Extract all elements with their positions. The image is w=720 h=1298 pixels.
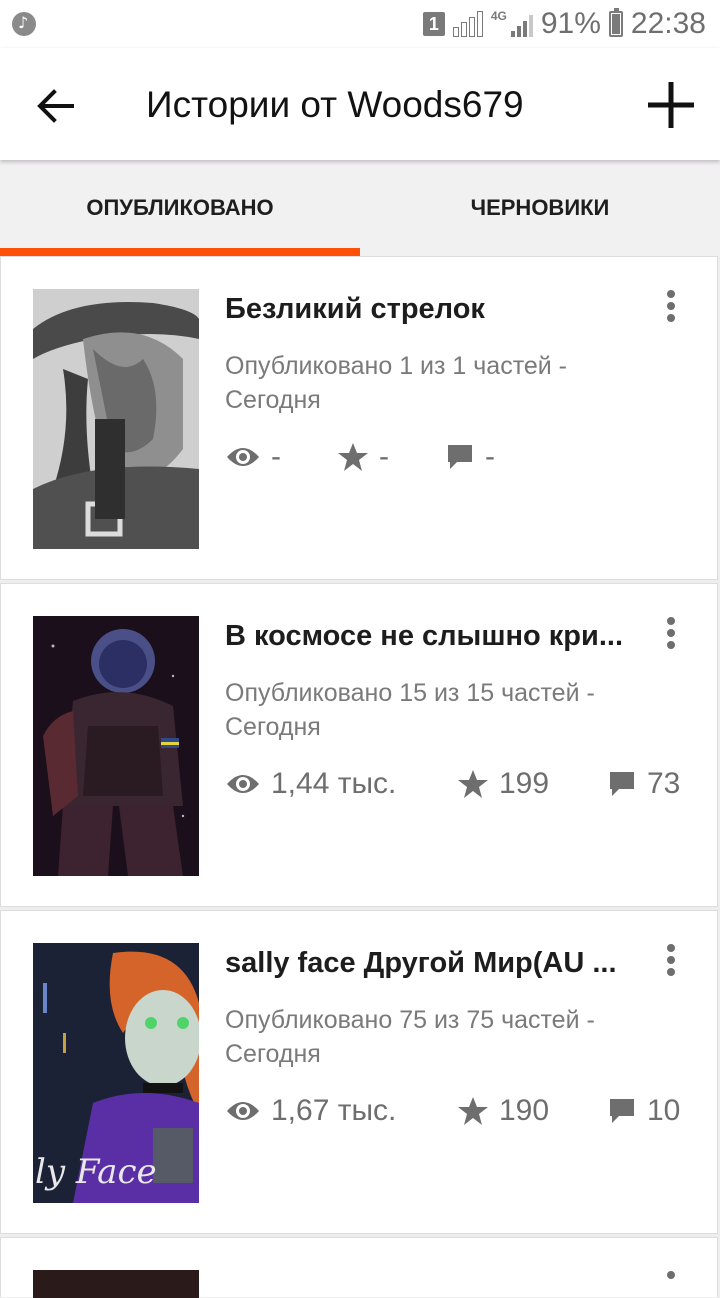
votes-count: -: [379, 440, 389, 473]
tab-drafts[interactable]: ЧЕРНОВИКИ: [360, 160, 720, 256]
arrow-left-icon: [37, 89, 74, 123]
signal-sim1-icon: [452, 11, 483, 37]
eye-icon: [227, 1102, 259, 1120]
comments-count: 10: [647, 1094, 681, 1127]
story-card[interactable]: Безликий стрелок Опубликовано 1 из 1 час…: [0, 256, 718, 580]
comment-icon: [448, 445, 472, 469]
app-bar: Истории от Woods679: [0, 48, 720, 160]
dot: [667, 290, 675, 298]
more-options-button[interactable]: [657, 1268, 685, 1280]
comment-icon: [610, 1099, 634, 1123]
more-options-button[interactable]: [657, 614, 685, 654]
status-icons: 1 4G 91% 22:38: [422, 6, 706, 42]
dot: [667, 944, 675, 952]
music-notification-icon: [12, 12, 36, 36]
page-title: Истории от Woods679: [146, 84, 524, 125]
back-button[interactable]: [32, 82, 80, 130]
comments-stat: 10: [607, 1089, 680, 1133]
dot: [667, 314, 675, 322]
dot: [667, 1271, 675, 1279]
comments-stat: 73: [607, 762, 680, 806]
battery-icon: [608, 8, 623, 37]
comments-count: 73: [647, 767, 681, 800]
views-stat: 1,67 тыс.: [225, 1089, 396, 1133]
story-meta: Опубликовано 1 из 1 частей - Сегодня: [225, 352, 568, 414]
story-stats: 1,44 тыс. 199 73: [225, 762, 695, 806]
story-cover-image: ly Face: [33, 943, 199, 1203]
comments-count: -: [485, 440, 495, 473]
votes-count: 190: [499, 1094, 550, 1127]
views-count: 1,67 тыс.: [271, 1094, 397, 1127]
tab-published[interactable]: ОПУБЛИКОВАНО: [0, 160, 360, 256]
views-stat: -: [225, 435, 281, 479]
dot: [667, 956, 675, 964]
active-tab-indicator: [0, 248, 360, 256]
story-cover-image: [33, 1270, 199, 1298]
star-icon: [458, 770, 488, 798]
story-title: В космосе не слышно кри...: [225, 620, 624, 652]
star-icon: [458, 1097, 488, 1125]
more-options-button[interactable]: [657, 941, 685, 981]
clock: 22:38: [630, 7, 706, 40]
votes-count: 199: [499, 767, 550, 800]
story-title: sally face Другой Мир(AU ...: [225, 947, 617, 979]
battery-percent: 91%: [540, 7, 601, 40]
dot: [667, 629, 675, 637]
story-title: Безликий стрелок: [225, 293, 485, 325]
story-meta: Опубликовано 15 из 15 частей - Сегодня: [225, 679, 595, 741]
views-count: -: [271, 440, 281, 473]
story-stats: - - -: [225, 435, 695, 479]
eye-icon: [227, 448, 259, 466]
story-meta: Опубликовано 75 из 75 частей - Сегодня: [225, 1006, 595, 1068]
dot: [667, 617, 675, 625]
star-icon: [338, 443, 368, 471]
story-stats: 1,67 тыс. 190 10: [225, 1089, 695, 1133]
votes-stat: 190: [457, 1089, 549, 1133]
story-card[interactable]: В космосе не слышно кри... Опубликовано …: [0, 583, 718, 907]
sim-badge: 1: [422, 12, 445, 36]
tab-bar: ОПУБЛИКОВАНО ЧЕРНОВИКИ: [0, 160, 720, 256]
dot: [667, 968, 675, 976]
story-card[interactable]: [0, 1237, 718, 1298]
plus-icon: [648, 82, 694, 128]
comment-icon: [610, 772, 634, 796]
dot: [667, 302, 675, 310]
dot: [667, 641, 675, 649]
status-bar: 1 4G 91% 22:38: [0, 0, 720, 48]
views-count: 1,44 тыс.: [271, 767, 397, 800]
comments-stat: -: [445, 435, 495, 479]
views-stat: 1,44 тыс.: [225, 762, 396, 806]
story-card[interactable]: ly Face sally face Другой Мир(AU ... Опу…: [0, 910, 718, 1234]
votes-stat: -: [337, 435, 389, 479]
network-type: 4G: [490, 9, 507, 23]
add-story-button[interactable]: [644, 78, 698, 132]
more-options-button[interactable]: [657, 287, 685, 327]
story-cover-image: [33, 616, 199, 876]
battery-fill: [611, 13, 620, 34]
story-cover-image: [33, 289, 199, 549]
eye-icon: [227, 775, 259, 793]
votes-stat: 199: [457, 762, 549, 806]
signal-sim2-icon: [510, 11, 533, 37]
svg-text:ly Face: ly Face: [35, 1152, 157, 1192]
